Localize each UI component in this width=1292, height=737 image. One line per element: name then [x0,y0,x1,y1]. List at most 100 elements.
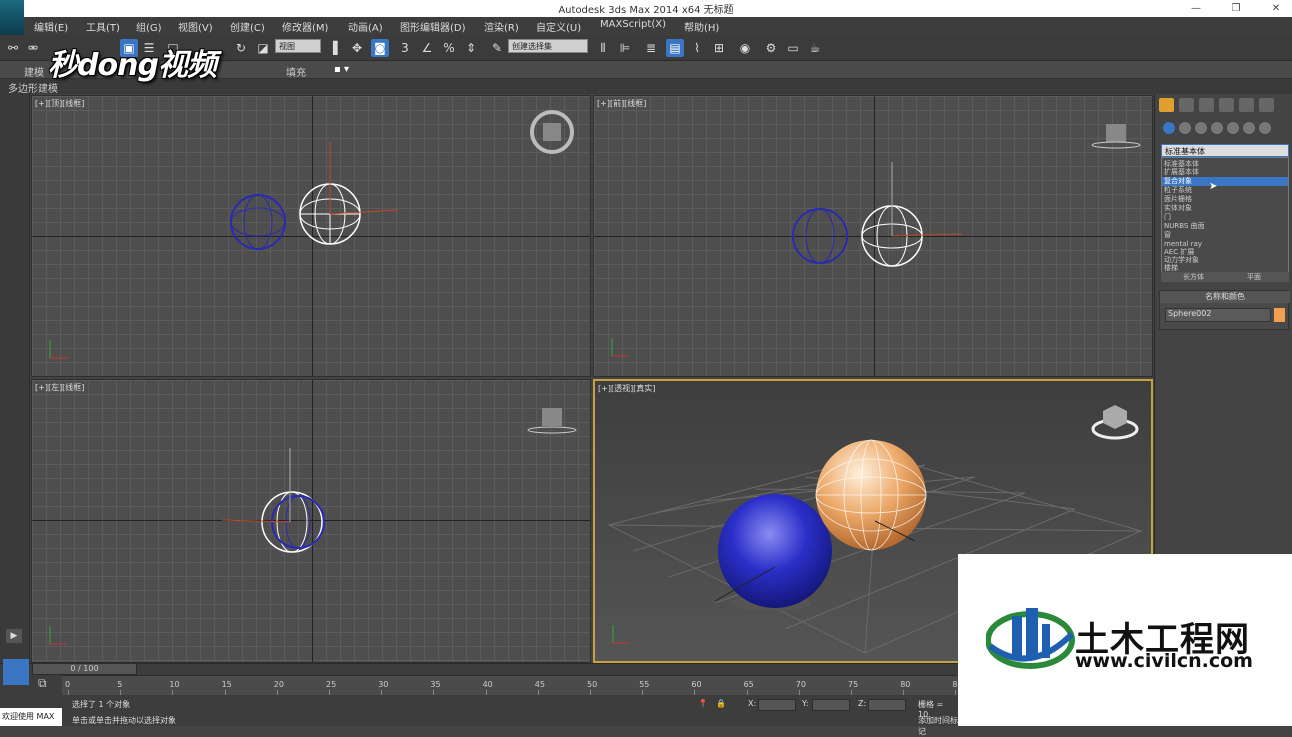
rollout-title[interactable]: 名称和颜色 [1160,291,1290,303]
shapes-icon[interactable] [1179,122,1191,134]
modify-tab-icon[interactable] [1179,98,1194,112]
isolate-icon[interactable]: 📍 [698,699,708,708]
play-icon[interactable]: ▶ [6,629,22,643]
timeline-tick-label: 40 [482,680,493,689]
x-coordinate-input[interactable] [758,699,796,711]
move-icon[interactable]: ✥ [348,39,366,57]
pivot-center-icon[interactable]: ▐ [324,39,342,57]
spinner-snap-icon[interactable]: ⇕ [462,39,480,57]
space-warps-icon[interactable] [1243,122,1255,134]
prompt-line: 单击或单击并拖动以选择对象 [72,716,176,725]
display-tab-icon[interactable] [1239,98,1254,112]
viewport-layout-icon[interactable] [3,659,29,685]
schematic-view-icon[interactable]: ⊞ [710,39,728,57]
rotate-icon[interactable]: ↻ [232,39,250,57]
edit-named-selection-icon[interactable]: ✎ [488,39,506,57]
timeline-tick-label: 5 [117,680,123,689]
mini-curve-editor-icon[interactable]: ⧉ [38,676,47,691]
curve-editor-icon[interactable]: ⌇ [688,39,706,57]
site-logo-url: www.civilcn.com [1075,650,1253,672]
window-title: Autodesk 3ds Max 2014 x64 无标题 [558,5,734,16]
timeline-tick-label: 35 [430,680,441,689]
time-slider[interactable]: 0 / 100 [32,663,137,675]
hierarchy-tab-icon[interactable] [1199,98,1214,112]
track-bar[interactable]: 0510152025303540455055606570758085 [62,675,963,695]
mirror-icon[interactable]: ⫴ [594,39,612,57]
restore-button[interactable]: ❐ [1222,0,1250,17]
lock-icon[interactable]: 🔒 [716,699,726,708]
material-editor-icon[interactable]: ◉ [736,39,754,57]
ribbon-tab-populate[interactable]: 填充 [286,64,306,79]
timeline-tick-label: 60 [691,680,702,689]
geometry-icon[interactable] [1163,122,1175,134]
unlink-icon[interactable]: ⚮ [24,39,42,57]
menu-graph-editors[interactable]: 图形编辑器(D) [400,19,466,34]
menu-group[interactable]: 组(G) [136,19,162,34]
viewport-left[interactable]: [+][左][线框] [31,379,591,663]
rendered-frame-icon[interactable]: ▭ [784,39,802,57]
percent-snap-icon[interactable]: % [440,39,458,57]
list-item-selected[interactable]: 复合对象 [1162,177,1288,186]
y-coordinate-label: Y: [802,699,809,708]
object-name-input[interactable]: Sphere002 [1165,308,1271,322]
align-icon[interactable]: ⊫ [616,39,634,57]
list-item[interactable]: 粒子系统 [1162,186,1288,195]
layer-manager-icon[interactable]: ≣ [642,39,660,57]
render-icon[interactable]: ☕ [806,39,824,57]
list-item[interactable]: 实体对象 [1162,204,1288,213]
lights-icon[interactable] [1195,122,1207,134]
motion-tab-icon[interactable] [1219,98,1234,112]
ribbon-toggle-icon[interactable]: ▪ ▾ [334,64,349,75]
link-icon[interactable]: ⚯ [4,39,22,57]
object-category-dropdown[interactable]: 标准基本体 [1161,144,1289,157]
minimize-button[interactable]: — [1182,0,1210,17]
ribbon-tab-modeling[interactable]: 建模 [24,64,44,79]
menu-edit[interactable]: 编辑(E) [34,19,68,34]
plane-button[interactable]: 平面 [1247,272,1261,282]
render-setup-icon[interactable]: ⚙ [762,39,780,57]
menu-customize[interactable]: 自定义(U) [536,19,581,34]
viewport-left-scene [49,408,577,645]
create-tab-icon[interactable] [1159,98,1174,112]
list-item[interactable]: 面片栅格 [1162,195,1288,204]
viewport-top[interactable]: [+][顶][线框] [31,95,591,377]
timeline-tick-label: 10 [169,680,180,689]
angle-snap-icon[interactable]: ∠ [418,39,436,57]
menu-view[interactable]: 视图(V) [178,19,213,34]
menu-animation[interactable]: 动画(A) [348,19,383,34]
title-bar: Autodesk 3ds Max 2014 x64 无标题 — ❐ ✕ [0,0,1292,17]
viewport-front[interactable]: [+][前][线框] [593,95,1153,377]
menu-create[interactable]: 创建(C) [230,19,265,34]
snap-toggle-icon[interactable]: 3 [396,39,414,57]
list-item[interactable]: NURBS 曲面 [1162,222,1288,231]
z-coordinate-input[interactable] [868,699,906,711]
selection-status: 选择了 1 个对象 [72,700,131,709]
menu-help[interactable]: 帮助(H) [684,19,719,34]
y-coordinate-input[interactable] [812,699,850,711]
menu-maxscript[interactable]: MAXScript(X) [600,19,666,30]
list-item[interactable]: 门 [1162,213,1288,222]
scale-icon[interactable]: ◪ [254,39,272,57]
box-button[interactable]: 长方体 [1183,272,1204,282]
cameras-icon[interactable] [1211,122,1223,134]
add-time-tag[interactable]: 添加时间标记 [918,715,958,737]
close-button[interactable]: ✕ [1262,0,1290,17]
menu-rendering[interactable]: 渲染(R) [484,19,519,34]
left-sidebar: ▶ [0,94,30,664]
reference-coordinate-select[interactable]: 视图 [275,39,321,53]
named-selection-set[interactable]: 创建选择集 [508,39,588,53]
menu-modifiers[interactable]: 修改器(M) [282,19,328,34]
graphite-tools-icon[interactable]: ▤ [666,39,684,57]
keyboard-shortcut-icon[interactable]: ◙ [371,39,389,57]
systems-icon[interactable] [1259,122,1271,134]
app-menu-button[interactable] [0,0,24,36]
list-item[interactable]: 扩展基本体 [1162,168,1288,177]
timeline-tick-label: 15 [221,680,232,689]
timeline-tick-label: 20 [273,680,284,689]
timeline-tick-label: 75 [848,680,859,689]
list-item[interactable]: 窗 [1162,231,1288,240]
helpers-icon[interactable] [1227,122,1239,134]
object-color-swatch[interactable] [1274,308,1285,322]
menu-tools[interactable]: 工具(T) [86,19,120,34]
utilities-tab-icon[interactable] [1259,98,1274,112]
